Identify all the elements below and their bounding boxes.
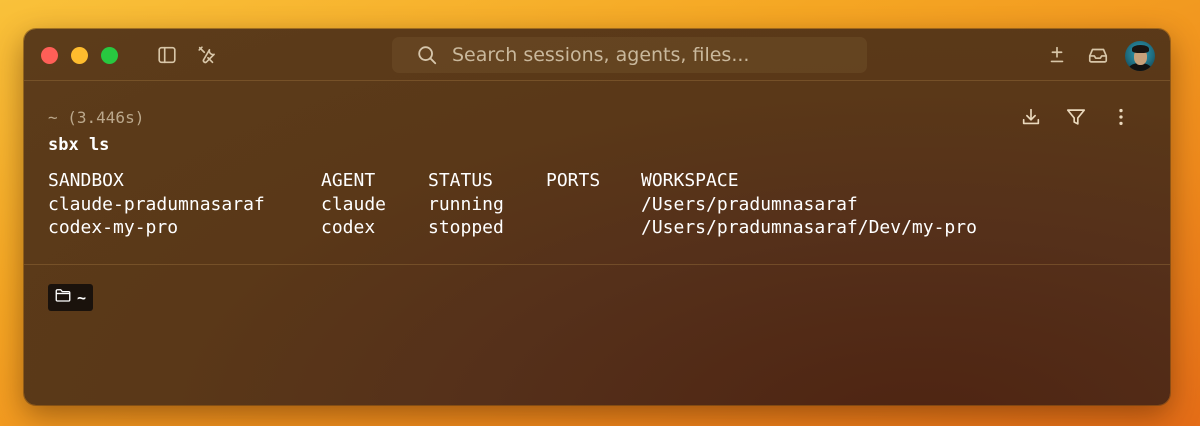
title-bar: Search sessions, agents, files... [24, 29, 1170, 81]
command-block[interactable]: ~ (3.446s) sbx ls SANDBOX AGENT STATUS P… [24, 81, 1170, 265]
more-vertical-icon[interactable] [1108, 104, 1134, 130]
current-directory-chip[interactable]: ~ [48, 284, 94, 311]
search-icon [416, 44, 438, 66]
cell-status: stopped [428, 217, 504, 238]
current-directory: ~ [77, 288, 87, 307]
command-timing: ~ (3.446s) [48, 108, 145, 127]
cell-agent: codex [321, 217, 376, 238]
cell-workspace: /Users/pradumnasaraf [641, 193, 858, 215]
header-sandbox: SANDBOX [48, 170, 124, 191]
maximize-window-button[interactable] [101, 47, 118, 64]
download-icon[interactable] [1018, 104, 1044, 130]
cell-sandbox: codex-my-pro [48, 217, 179, 238]
inbox-icon[interactable] [1086, 43, 1110, 67]
header-ports: PORTS [546, 170, 601, 191]
cell-sandbox: claude-pradumnasaraf [48, 193, 265, 215]
search-placeholder: Search sessions, agents, files... [452, 44, 750, 66]
plus-minus-icon[interactable] [1045, 43, 1069, 67]
sidebar-toggle-icon[interactable] [155, 43, 179, 67]
user-avatar[interactable] [1125, 41, 1155, 71]
command-text: sbx ls [48, 135, 110, 155]
header-workspace: WORKSPACE [641, 170, 739, 191]
terminal-window: Search sessions, agents, files... ~ (3.4… [24, 29, 1170, 405]
tools-icon[interactable] [195, 43, 219, 67]
header-agent: AGENT [321, 170, 376, 191]
folder-icon [54, 286, 72, 309]
close-window-button[interactable] [41, 47, 58, 64]
cell-agent: claude [321, 193, 387, 215]
search-bar[interactable]: Search sessions, agents, files... [392, 37, 867, 73]
filter-icon[interactable] [1063, 104, 1089, 130]
cell-status: running [428, 193, 504, 215]
header-status: STATUS [428, 170, 494, 191]
minimize-window-button[interactable] [71, 47, 88, 64]
cell-workspace: /Users/pradumnasaraf/Dev/my-pro [641, 217, 977, 238]
